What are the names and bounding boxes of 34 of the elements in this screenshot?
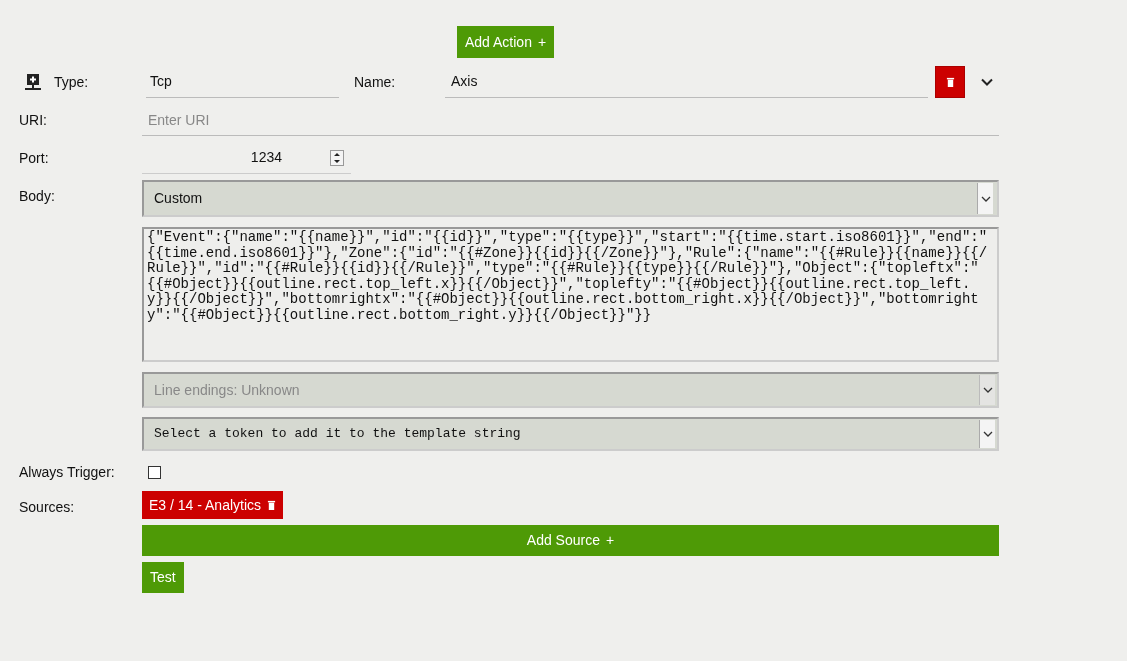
- always-trigger-checkbox[interactable]: [148, 465, 161, 479]
- body-format-value: Custom: [154, 189, 203, 208]
- always-trigger-label: Always Trigger:: [19, 462, 116, 482]
- type-field[interactable]: Tcp: [146, 66, 339, 98]
- line-endings-value: Line endings: Unknown: [154, 380, 300, 400]
- uri-field[interactable]: Enter URI: [142, 104, 999, 136]
- port-value: 1234: [250, 148, 282, 167]
- delete-button[interactable]: [935, 66, 965, 98]
- spinner-icon[interactable]: [330, 149, 344, 166]
- port-field[interactable]: 1234: [142, 142, 351, 174]
- test-button[interactable]: Test: [142, 562, 184, 593]
- token-select-placeholder: Select a token to add it to the template string: [154, 425, 521, 444]
- caret-icon: [980, 195, 991, 202]
- port-label: Port:: [19, 148, 50, 168]
- trash-icon: [945, 76, 955, 88]
- body-format-select[interactable]: Custom: [142, 180, 999, 217]
- caret-icon: [982, 387, 993, 393]
- body-template-textarea[interactable]: {"Event":{"name":"{{name}}","id":"{{id}}","type":"{{type}}","start":"{{time.start.iso8601}}","end":"{{time.end.iso8601}}"},"Zone":{"id":"{{#Zone}}{{id}}{{/Zone}}"},"Rule":{"name":"{{#Rule}}{{name}}{{/Rule}}","id":"{{#Rule}}{{id}}{{/Rule}}","type":"{{#Rule}}{{type}}{{/Rule}}"},"Object":{"topleftx":"{{#Object}}{{outline.rect.top_left.x}}{{/Object}}","toplefty":"{{#Object}}{{outline.rect.top_left.y}}{{/Object}}","bottomrightx":"{{#Object}}{{outline.rect.bottom_right.x}}{{/Object}}","bottomrighty":"{{#Object}}{{outline.rect.bottom_right.y}}{{/Object}}"}}: [142, 227, 999, 362]
- body-label: Body:: [19, 187, 56, 206]
- caret-icon: [982, 431, 993, 437]
- name-label: Name:: [354, 72, 397, 92]
- trash-icon: [267, 499, 277, 511]
- add-action-button[interactable]: Add Action +: [457, 26, 555, 58]
- token-select[interactable]: Select a token to add it to the template string: [142, 417, 999, 451]
- uri-label: URI:: [19, 110, 48, 130]
- plus-icon: +: [537, 31, 547, 53]
- type-label: Type:: [54, 72, 90, 92]
- source-chip[interactable]: E3 / 14 - Analytics: [142, 491, 284, 519]
- plus-icon: +: [606, 530, 615, 551]
- sources-label: Sources:: [19, 498, 76, 517]
- name-field[interactable]: Axis: [445, 66, 928, 98]
- network-plus-icon: [24, 73, 42, 91]
- source-chip-label: E3 / 14 - Analytics: [149, 495, 262, 515]
- add-source-button[interactable]: Add Source +: [142, 525, 999, 556]
